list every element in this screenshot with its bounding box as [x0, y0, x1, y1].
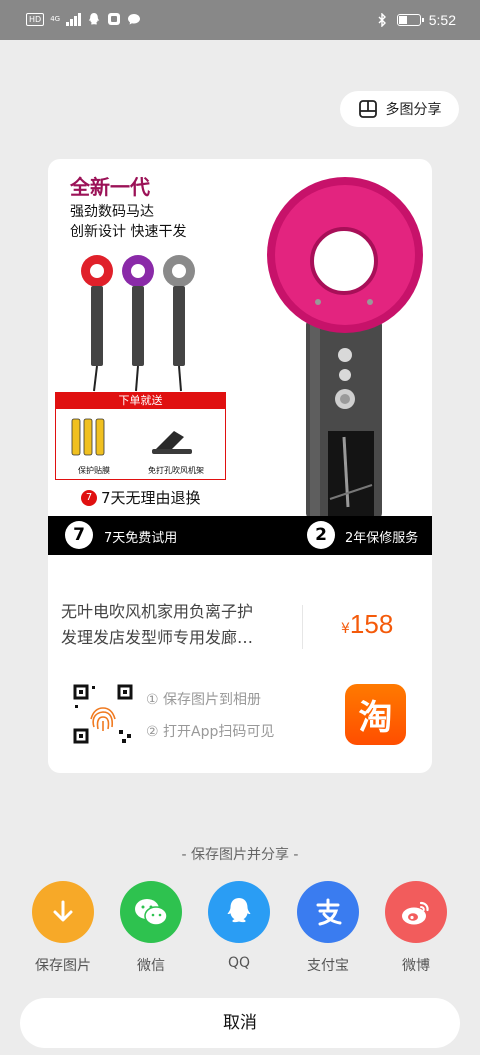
- gift-item-1: 保护贴膜: [78, 466, 110, 475]
- hd-badge: HD: [26, 12, 45, 26]
- share-save-image-label: 保存图片: [35, 958, 91, 974]
- share-alipay[interactable]: 支付宝: [297, 881, 359, 975]
- multi-image-icon: [358, 100, 377, 118]
- cancel-button[interactable]: 取消: [20, 998, 460, 1048]
- qq-notification-icon: [88, 13, 100, 25]
- return-policy: 7 7天无理由退换: [81, 487, 201, 508]
- step-save-image: ① 保存图片到相册: [146, 692, 262, 708]
- product-title-line-2: 发理发店发型师专用发廊…: [61, 628, 254, 647]
- multi-image-share-button[interactable]: 多图分享: [340, 91, 459, 127]
- qr-fingerprint-icon: [73, 684, 133, 744]
- gift-item-2: 免打孔吹风机架: [148, 466, 204, 475]
- gift-items-illustration: [71, 418, 192, 456]
- product-image: 全新一代 强劲数码马达 创新设计 快速干发 下单就送 保护贴膜 免打孔吹风机架 …: [48, 159, 432, 555]
- gift-promo-box: 下单就送 保护贴膜 免打孔吹风机架: [55, 392, 226, 480]
- share-qq[interactable]: QQ: [208, 881, 270, 971]
- free-trial-text: 7天免费试用: [104, 531, 178, 546]
- share-wechat-label: 微信: [137, 958, 165, 974]
- share-wechat[interactable]: 微信: [120, 881, 182, 975]
- warranty-text: 2年保修服务: [345, 531, 419, 546]
- service-band: 7 7天免费试用 2 2年保修服务: [48, 516, 432, 555]
- signal-icon: [66, 12, 82, 26]
- wechat-icon: [135, 899, 168, 926]
- network-type: 4G: [50, 15, 61, 23]
- weibo-icon: [402, 901, 429, 925]
- trial-days-badge: 7: [65, 521, 93, 549]
- alipay-icon: [316, 898, 342, 926]
- battery-icon: [396, 14, 424, 26]
- warranty-years-badge: 2: [307, 521, 335, 549]
- price-amount: 158: [349, 609, 394, 639]
- message-notification-icon: [128, 14, 141, 25]
- return-policy-text: 7天无理由退换: [101, 489, 201, 507]
- image-subline-2: 创新设计 快速干发: [70, 224, 187, 240]
- share-weibo[interactable]: 微博: [385, 881, 447, 975]
- image-subline-1: 强劲数码马达: [70, 204, 154, 220]
- product-title-line-1: 无叶电吹风机家用负离子护: [61, 602, 254, 621]
- share-section-title: - 保存图片并分享 -: [181, 847, 299, 863]
- share-weibo-label: 微博: [402, 958, 430, 974]
- clock: 5:52: [428, 12, 456, 28]
- product-share-card: 全新一代 强劲数码马达 创新设计 快速干发 下单就送 保护贴膜 免打孔吹风机架 …: [48, 159, 432, 773]
- currency-symbol: ¥: [341, 621, 350, 637]
- qq-icon: [227, 898, 251, 923]
- image-headline: 全新一代: [70, 175, 150, 199]
- status-bar: HD 4G 5:52: [0, 0, 480, 40]
- share-qq-label: QQ: [227, 955, 251, 971]
- return-number-badge: 7: [81, 489, 97, 506]
- taobao-logo-icon: 淘: [345, 684, 406, 745]
- download-icon: [53, 900, 73, 922]
- app-notification-icon: [108, 13, 121, 25]
- share-save-image[interactable]: 保存图片: [32, 881, 94, 975]
- bluetooth-icon: [378, 13, 386, 27]
- divider: [302, 605, 303, 649]
- share-alipay-label: 支付宝: [307, 958, 349, 974]
- product-price: ¥158: [341, 609, 393, 640]
- step-scan-app: ② 打开App扫码可见: [146, 724, 275, 740]
- multi-image-share-label: 多图分享: [385, 102, 442, 118]
- gift-header: 下单就送: [56, 393, 225, 409]
